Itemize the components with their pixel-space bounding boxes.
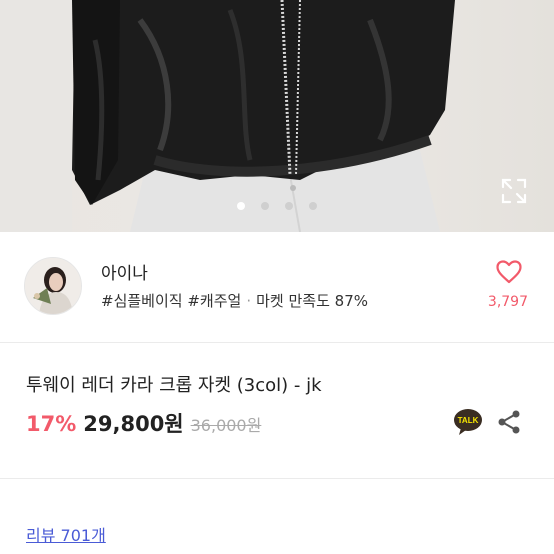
slide-dot-2[interactable] (261, 202, 269, 210)
expand-icon[interactable] (500, 177, 528, 205)
product-title: 투웨이 레더 카라 크롭 자켓 (3col) - jk (26, 375, 322, 396)
like-count: 3,797 (487, 294, 528, 310)
kakao-talk-icon[interactable]: TALK (453, 408, 483, 436)
original-price: 36,000원 (190, 416, 262, 435)
seller-tag[interactable]: #심플베이직 (101, 292, 183, 310)
slide-dot-3[interactable] (285, 202, 293, 210)
avatar[interactable] (24, 257, 82, 315)
share-icon[interactable] (496, 409, 522, 435)
product-image[interactable] (0, 0, 554, 232)
seller-tags: #심플베이직 #캐주얼 · 마켓 만족도 87% (101, 290, 368, 311)
separator-dot: · (246, 292, 252, 310)
seller-name[interactable]: 아이나 (101, 259, 148, 284)
section-divider (0, 478, 554, 479)
seller-tag[interactable]: #캐주얼 (187, 292, 241, 310)
market-satisfaction: 마켓 만족도 87% (256, 292, 368, 310)
talk-label: TALK (458, 416, 479, 425)
discount-rate: 17% (26, 412, 77, 436)
slide-dot-1[interactable] (237, 202, 245, 210)
seller-section: 아이나 #심플베이직 #캐주얼 · 마켓 만족도 87% 3,797 (0, 232, 554, 342)
section-divider (0, 342, 554, 343)
slide-dot-4[interactable] (309, 202, 317, 210)
review-count-link[interactable]: 리뷰 701개 (26, 522, 106, 546)
slide-indicator[interactable] (0, 195, 554, 214)
heart-icon[interactable] (495, 258, 523, 286)
sale-price: 29,800원 (83, 412, 184, 436)
price-row: 17% 29,800원 36,000원 (26, 408, 261, 438)
